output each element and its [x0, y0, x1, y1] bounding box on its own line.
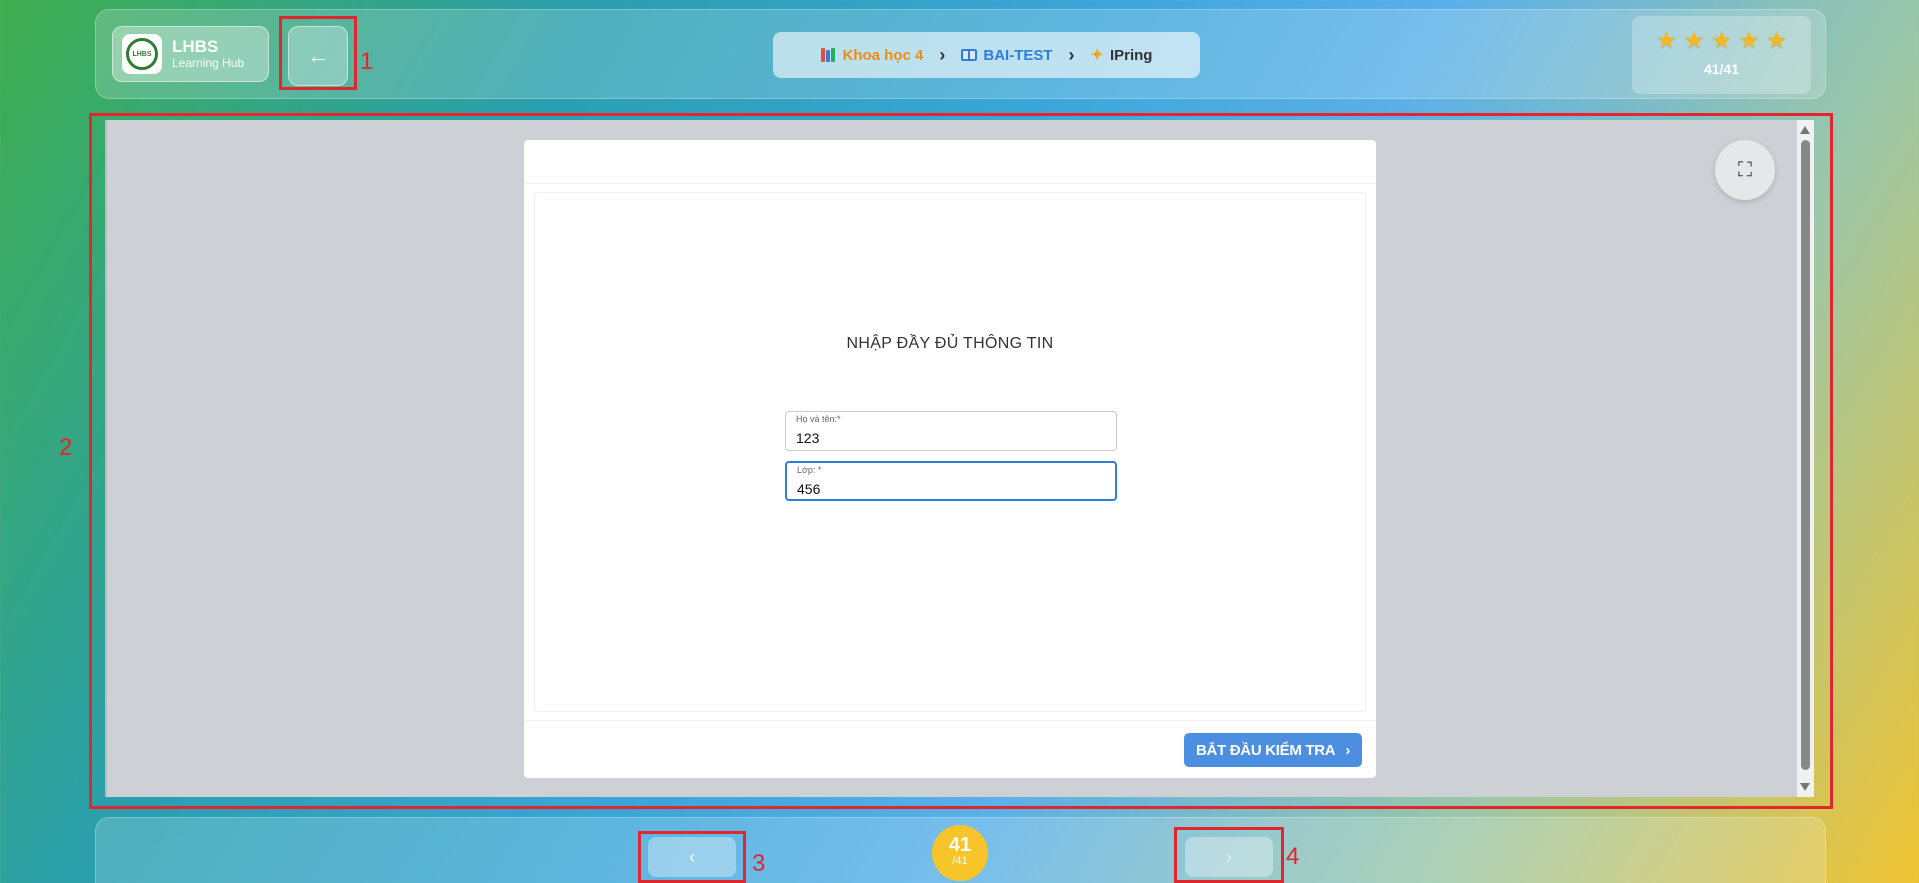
logo[interactable]: LHBS LHBS Learning Hub	[112, 26, 269, 82]
breadcrumb-label: Khoa học 4	[842, 46, 924, 64]
logo-title: LHBS	[172, 37, 219, 56]
logo-mark: LHBS	[122, 34, 162, 74]
chevron-right-icon: ›	[939, 44, 946, 65]
breadcrumb-item-activity: ✦ IPring	[1091, 45, 1153, 65]
annotation-label-4: 4	[1286, 843, 1300, 870]
logo-emblem: LHBS	[126, 38, 158, 70]
star-icon: ★	[1683, 27, 1705, 54]
star-icon: ★	[1710, 27, 1733, 54]
books-icon	[820, 48, 837, 62]
page-indicator: 41 /41	[932, 825, 988, 881]
annotation-box-3	[638, 831, 746, 883]
breadcrumb-label: BAI-TEST	[983, 46, 1053, 64]
progress-count: 41/41	[1703, 61, 1740, 77]
annotation-box-1	[279, 16, 357, 90]
star-icon: ★	[1765, 27, 1788, 54]
annotation-label-3: 3	[752, 850, 766, 877]
book-icon	[961, 49, 978, 61]
score-panel: ★ ★ ★ ★ ★ 41/41	[1632, 16, 1811, 94]
current-page: 41	[948, 834, 972, 856]
annotation-box-2	[89, 113, 1833, 809]
star-icon: ★	[1655, 27, 1678, 54]
breadcrumb-item-course[interactable]: Khoa học 4	[820, 46, 924, 64]
star-rating: ★ ★ ★ ★ ★	[1632, 26, 1811, 55]
logo-subtitle: Learning Hub	[172, 56, 245, 70]
annotation-label-1: 1	[360, 48, 374, 75]
breadcrumb-label: IPring	[1109, 46, 1153, 64]
breadcrumb-item-lesson[interactable]: BAI-TEST	[961, 46, 1053, 64]
annotation-box-4	[1174, 827, 1284, 883]
annotation-label-2: 2	[59, 434, 73, 461]
breadcrumb: Khoa học 4 › BAI-TEST › ✦ IPring	[773, 32, 1200, 78]
total-pages: /41	[952, 855, 968, 867]
chevron-right-icon: ›	[1068, 44, 1075, 65]
star-icon: ★	[1738, 27, 1760, 54]
sparkle-icon: ✦	[1090, 47, 1104, 64]
